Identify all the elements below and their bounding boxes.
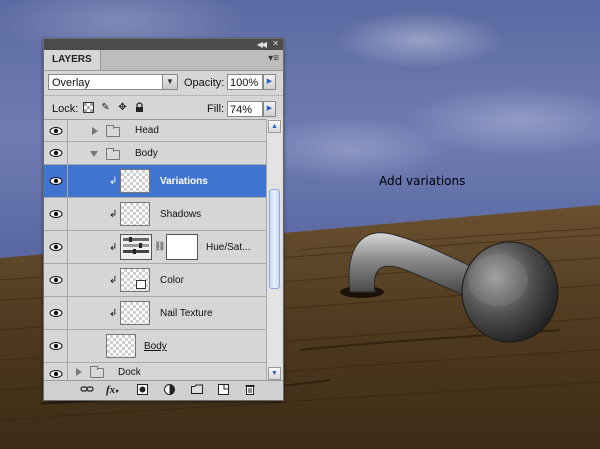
layer-mask-thumbnail[interactable]	[166, 234, 198, 260]
layer-name: Body	[135, 148, 158, 159]
panel-title-bar[interactable]: ◀◀ ✕	[44, 39, 283, 50]
layers-scrollbar[interactable]: ▲ ▼	[266, 119, 282, 381]
visibility-eye-icon[interactable]	[44, 264, 68, 296]
color-swatch-icon	[136, 280, 146, 289]
scrollbar-thumb[interactable]	[269, 189, 280, 289]
fill-input[interactable]: 74%	[227, 101, 263, 117]
visibility-eye-icon[interactable]	[44, 297, 68, 329]
panel-bottom-toolbar: fx▾	[44, 380, 283, 400]
new-layer-icon[interactable]	[218, 384, 229, 398]
layers-list: Head Body ↲ Variations ↲ Shadows ↲ ⛓ Hue…	[44, 119, 266, 382]
layer-row-nail-texture[interactable]: ↲ Nail Texture	[44, 297, 266, 330]
lock-all-padlock-icon[interactable]	[134, 102, 145, 113]
delete-layer-trash-icon[interactable]	[245, 384, 255, 398]
folder-icon	[106, 148, 120, 160]
expand-triangle-icon[interactable]	[92, 127, 98, 135]
layer-name: Variations	[160, 176, 208, 187]
visibility-eye-icon[interactable]	[44, 231, 68, 263]
folder-icon	[106, 125, 120, 137]
close-icon[interactable]: ✕	[272, 39, 279, 48]
layer-row-color[interactable]: ↲ Color	[44, 264, 266, 297]
layer-name: Color	[160, 275, 184, 286]
layer-name: Dock	[118, 367, 141, 378]
tab-layers[interactable]: LAYERS	[44, 50, 101, 70]
collapse-triangle-icon[interactable]	[90, 151, 98, 157]
layer-thumbnail	[120, 301, 150, 325]
clipping-arrow-icon: ↲	[109, 275, 118, 286]
visibility-eye-icon[interactable]	[44, 120, 68, 141]
add-layer-mask-icon[interactable]	[137, 384, 148, 398]
layer-name: Head	[135, 125, 159, 136]
layer-name: Shadows	[160, 209, 202, 220]
scroll-up-arrow-icon[interactable]: ▲	[268, 120, 281, 133]
hue-saturation-adjustment-icon	[120, 234, 152, 260]
visibility-eye-icon[interactable]	[44, 198, 68, 230]
visibility-eye-icon[interactable]	[44, 165, 68, 197]
blend-mode-select[interactable]: Overlay ▼	[48, 74, 178, 90]
lock-label: Lock:	[52, 103, 79, 115]
layer-name: Nail Texture	[160, 308, 213, 319]
lock-transparent-pixels-icon[interactable]	[83, 102, 94, 113]
expand-triangle-icon[interactable]	[76, 368, 82, 376]
layer-effects-fx-icon[interactable]: fx▾	[106, 384, 118, 398]
fill-slider-button[interactable]: ▶	[263, 101, 276, 117]
scroll-down-arrow-icon[interactable]: ▼	[268, 367, 281, 380]
layer-thumbnail	[120, 169, 150, 193]
layer-row-body[interactable]: Body	[44, 330, 266, 363]
blend-opacity-row: Overlay ▼ Opacity: 100% ▶	[44, 71, 283, 95]
blend-mode-value: Overlay	[52, 77, 90, 89]
visibility-eye-icon[interactable]	[44, 142, 68, 164]
opacity-label: Opacity:	[184, 77, 225, 89]
layer-row-body-group[interactable]: Body	[44, 142, 266, 165]
layer-name: Hue/Sat...	[206, 242, 251, 253]
layer-thumbnail	[106, 334, 136, 358]
layer-thumbnail	[120, 202, 150, 226]
layer-row-head[interactable]: Head	[44, 120, 266, 142]
visibility-eye-icon[interactable]	[44, 330, 68, 362]
panel-tab-row: LAYERS ▾≡	[44, 50, 283, 71]
fill-label: Fill:	[207, 103, 225, 115]
opacity-input[interactable]: 100%	[227, 74, 263, 90]
lock-position-move-icon[interactable]: ✥	[117, 102, 128, 113]
mask-link-chain-icon[interactable]: ⛓	[154, 241, 165, 252]
folder-icon	[90, 366, 104, 378]
opacity-slider-button[interactable]: ▶	[263, 74, 276, 90]
layer-name: Body	[144, 341, 167, 352]
new-group-folder-icon[interactable]	[191, 384, 203, 397]
clipping-arrow-icon: ↲	[109, 308, 118, 319]
panel-menu-icon[interactable]: ▾≡	[268, 53, 279, 64]
layers-panel: ◀◀ ✕ LAYERS ▾≡ Overlay ▼ Opacity: 100% ▶…	[43, 38, 284, 401]
layer-row-hue-saturation[interactable]: ↲ ⛓ Hue/Sat...	[44, 231, 266, 264]
adjustment-layer-icon[interactable]	[164, 384, 175, 398]
annotation-text: Add variations	[379, 174, 466, 188]
layer-row-variations[interactable]: ↲ Variations	[44, 165, 266, 198]
layer-row-shadows[interactable]: ↲ Shadows	[44, 198, 266, 231]
clipping-arrow-icon: ↲	[109, 209, 118, 220]
chevron-down-icon[interactable]: ▼	[162, 75, 177, 89]
clipping-arrow-icon: ↲	[109, 242, 118, 253]
lock-fill-row: Lock: ✎ ✥ Fill: 74% ▶	[44, 95, 283, 121]
link-layers-icon[interactable]	[80, 384, 94, 397]
collapse-icon[interactable]: ◀◀	[257, 40, 267, 49]
lock-image-pixels-brush-icon[interactable]: ✎	[100, 102, 111, 113]
clipping-arrow-icon: ↲	[109, 176, 118, 187]
